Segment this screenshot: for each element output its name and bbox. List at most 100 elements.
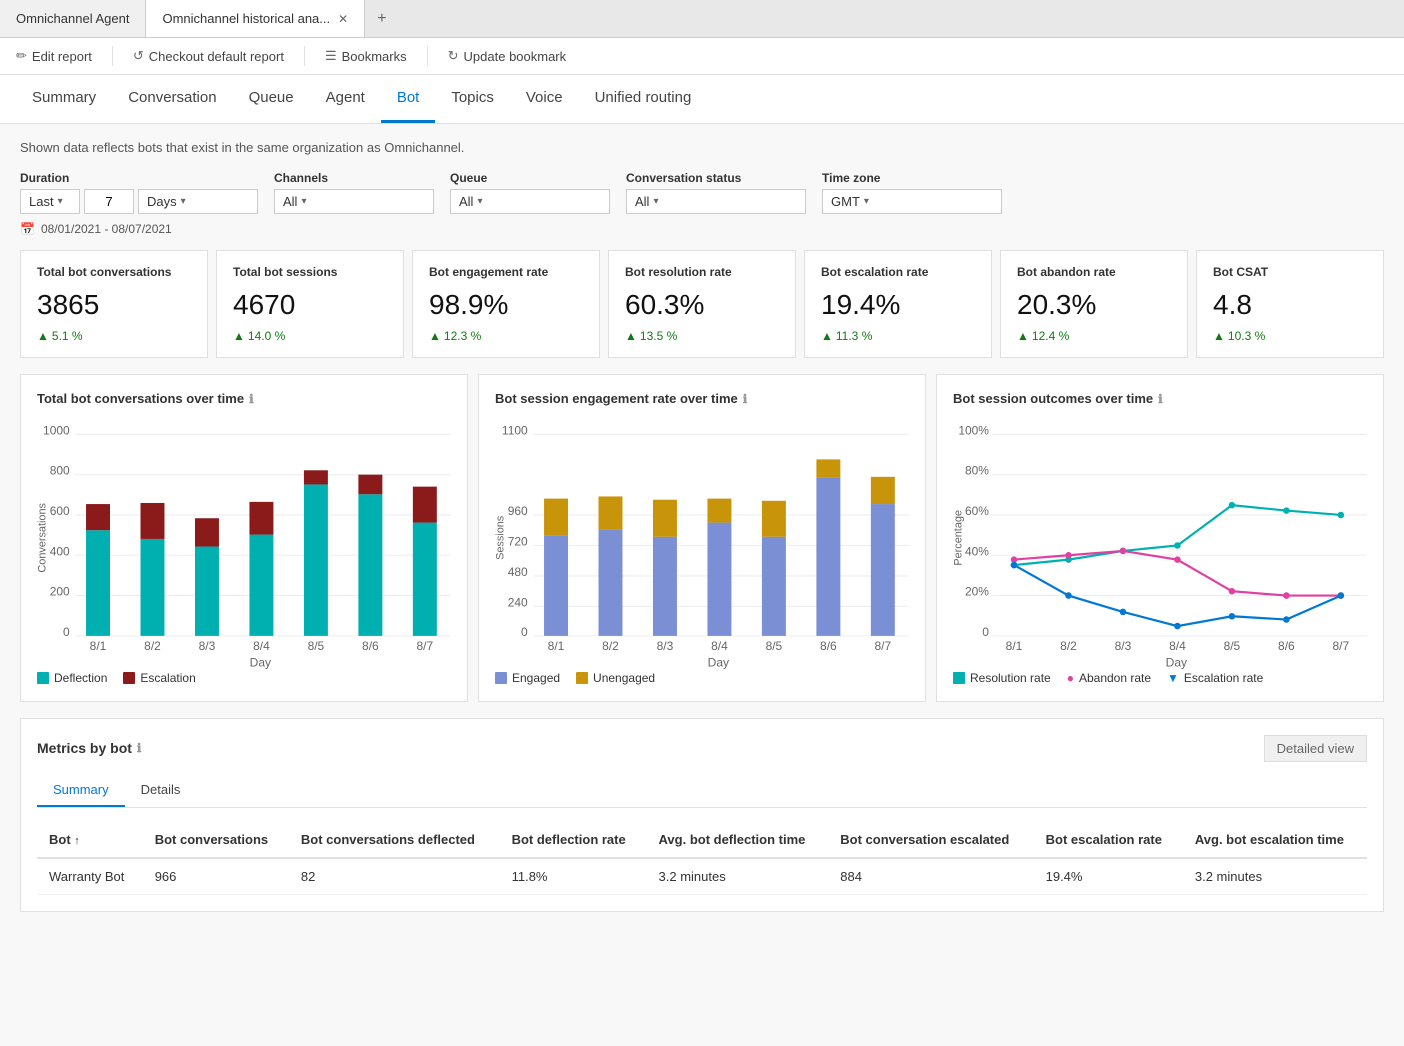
nav-tab-unified-routing[interactable]: Unified routing (579, 75, 708, 123)
chart-info-icon-3[interactable]: ℹ (1158, 392, 1163, 406)
bookmarks-button[interactable]: ☰ Bookmarks (325, 48, 407, 64)
col-avg-deflection-time[interactable]: Avg. bot deflection time (647, 822, 829, 858)
nav-tab-conversation-label: Conversation (128, 89, 216, 106)
svg-text:Percentage: Percentage (953, 510, 965, 566)
nav-tab-queue[interactable]: Queue (233, 75, 310, 123)
browser-tab-1[interactable]: Omnichannel Agent (0, 0, 146, 37)
channels-value: All (283, 194, 297, 209)
checkout-default-button[interactable]: ↺ Checkout default report (133, 48, 284, 64)
sub-tab-summary[interactable]: Summary (37, 774, 125, 807)
svg-text:8/3: 8/3 (657, 639, 674, 653)
escalation-triangle-icon: ▼ (1167, 671, 1179, 685)
channels-filter: Channels All ▾ (274, 171, 434, 214)
nav-tab-voice[interactable]: Voice (510, 75, 579, 123)
metrics-table: Bot ↑ Bot conversations Bot conversation… (37, 822, 1367, 895)
channels-label: Channels (274, 171, 434, 185)
close-tab-icon[interactable]: ✕ (338, 12, 348, 26)
svg-text:8/1: 8/1 (90, 639, 107, 653)
update-bookmark-button[interactable]: ↻ Update bookmark (448, 48, 567, 64)
col-bot-conversations[interactable]: Bot conversations (143, 822, 289, 858)
svg-text:8/2: 8/2 (1060, 639, 1077, 653)
duration-value-input[interactable] (84, 189, 134, 214)
duration-type-value: Last (29, 194, 54, 209)
metrics-header: Metrics by bot ℹ Detailed view (37, 735, 1367, 762)
kpi-total-bot-sessions: Total bot sessions 4670 ▲14.0 % (216, 250, 404, 358)
nav-tab-conversation[interactable]: Conversation (112, 75, 232, 123)
kpi-total-bot-conversations-title: Total bot conversations (37, 265, 191, 279)
cell-escalation-rate: 19.4% (1034, 858, 1183, 895)
duration-label: Duration (20, 171, 258, 185)
metrics-info-icon[interactable]: ℹ (137, 741, 142, 755)
col-escalation-rate-label: Bot escalation rate (1046, 832, 1162, 847)
chart-info-icon-1[interactable]: ℹ (249, 392, 254, 406)
kpi-bot-engagement-rate-value: 98.9% (429, 289, 583, 321)
sub-tab-details[interactable]: Details (125, 774, 197, 807)
col-avg-escalation-time[interactable]: Avg. bot escalation time (1183, 822, 1367, 858)
unengaged-label: Unengaged (593, 671, 655, 685)
legend-unengaged: Unengaged (576, 671, 655, 685)
chart-outcomes-svg: 0 20% 40% 60% 80% 100% Percentage (953, 418, 1367, 658)
table-row: Warranty Bot 966 82 11.8% 3.2 minutes 88… (37, 858, 1367, 895)
svg-text:8/7: 8/7 (1333, 639, 1350, 653)
chart-bot-conversations-legend: Deflection Escalation (37, 671, 451, 685)
nav-tab-agent[interactable]: Agent (310, 75, 381, 123)
chart-engagement-rate-area: 0 240 480 720 960 1100 Sessions (495, 418, 909, 661)
timezone-select[interactable]: GMT ▾ (822, 189, 1002, 214)
kpi-total-bot-sessions-delta: ▲14.0 % (233, 329, 387, 343)
delta-arrow-up-icon: ▲ (37, 329, 49, 343)
kpi-bot-escalation-rate-delta: ▲11.3 % (821, 329, 975, 343)
edit-report-button[interactable]: ✏ Edit report (16, 48, 92, 64)
col-deflected-label: Bot conversations deflected (301, 832, 475, 847)
browser-tabs: Omnichannel Agent Omnichannel historical… (0, 0, 1404, 38)
kpi-bot-engagement-rate-title: Bot engagement rate (429, 265, 583, 279)
col-bot[interactable]: Bot ↑ (37, 822, 143, 858)
add-tab-button[interactable]: + (365, 10, 398, 28)
svg-text:800: 800 (50, 464, 70, 478)
abandon-dot-icon: ● (1067, 671, 1074, 685)
col-deflection-rate[interactable]: Bot deflection rate (500, 822, 647, 858)
svg-text:8/4: 8/4 (711, 639, 728, 653)
nav-tab-summary[interactable]: Summary (16, 75, 112, 123)
bookmarks-label: Bookmarks (342, 49, 407, 64)
col-escalation-rate[interactable]: Bot escalation rate (1034, 822, 1183, 858)
escalation-rate-label: Escalation rate (1184, 671, 1263, 685)
duration-unit-select[interactable]: Days ▾ (138, 189, 258, 214)
duration-type-select[interactable]: Last ▾ (20, 189, 80, 214)
nav-tab-bot[interactable]: Bot (381, 75, 436, 123)
nav-tab-topics[interactable]: Topics (435, 75, 510, 123)
kpi-bot-engagement-rate: Bot engagement rate 98.9% ▲12.3 % (412, 250, 600, 358)
delta-arrow-up-icon: ▲ (233, 329, 245, 343)
cell-avg-deflection-time: 3.2 minutes (647, 858, 829, 895)
detailed-view-button[interactable]: Detailed view (1264, 735, 1367, 762)
checkout-default-label: Checkout default report (149, 49, 284, 64)
queue-select[interactable]: All ▾ (450, 189, 610, 214)
svg-text:1100: 1100 (502, 423, 528, 437)
svg-text:480: 480 (508, 565, 528, 579)
channels-select[interactable]: All ▾ (274, 189, 434, 214)
svg-text:960: 960 (508, 504, 528, 518)
charts-row: Total bot conversations over time ℹ 0 20… (20, 374, 1384, 702)
escalation-label: Escalation (140, 671, 195, 685)
abandon-rate-label: Abandon rate (1079, 671, 1151, 685)
svg-text:Sessions: Sessions (495, 515, 507, 560)
col-deflected[interactable]: Bot conversations deflected (289, 822, 500, 858)
conv-status-select[interactable]: All ▾ (626, 189, 806, 214)
duration-type-chevron: ▾ (58, 196, 63, 207)
chart-info-icon-2[interactable]: ℹ (743, 392, 748, 406)
kpi-bot-abandon-rate-value: 20.3% (1017, 289, 1171, 321)
kpi-bot-abandon-rate: Bot abandon rate 20.3% ▲12.4 % (1000, 250, 1188, 358)
chart-bot-conversations-title: Total bot conversations over time ℹ (37, 391, 451, 406)
kpi-bot-resolution-rate-delta: ▲13.5 % (625, 329, 779, 343)
col-escalated[interactable]: Bot conversation escalated (828, 822, 1033, 858)
refresh-icon: ↺ (133, 48, 144, 64)
browser-tab-2[interactable]: Omnichannel historical ana... ✕ (146, 0, 365, 37)
sub-tab-summary-label: Summary (53, 782, 109, 797)
chart-bot-conversations-area: 0 200 400 600 800 1000 Conversations (37, 418, 451, 661)
queue-chevron: ▾ (477, 196, 482, 207)
metrics-title-text: Metrics by bot (37, 740, 132, 756)
svg-text:Conversations: Conversations (37, 503, 49, 573)
svg-text:400: 400 (50, 544, 70, 558)
table-header-row: Bot ↑ Bot conversations Bot conversation… (37, 822, 1367, 858)
nav-tab-agent-label: Agent (326, 89, 365, 106)
svg-text:8/7: 8/7 (875, 639, 892, 653)
